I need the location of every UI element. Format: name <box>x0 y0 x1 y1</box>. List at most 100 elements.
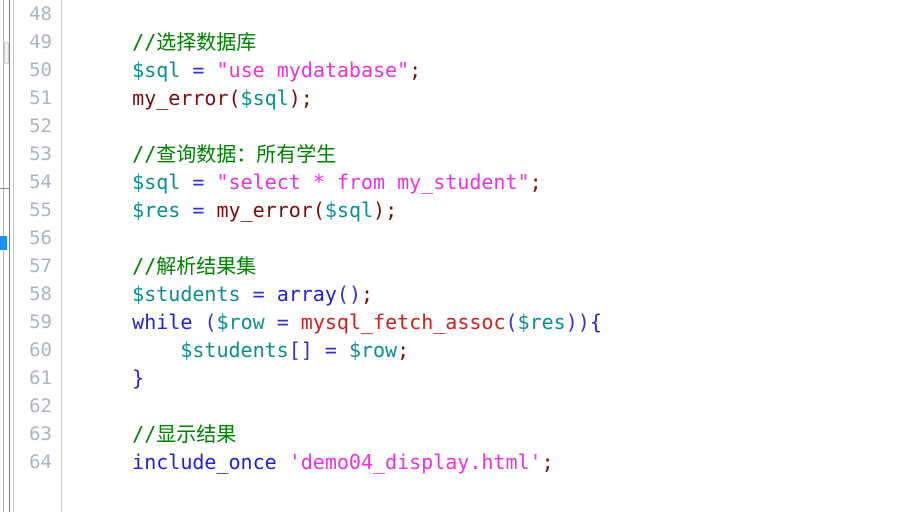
token-punct: ; <box>409 58 422 82</box>
token-punct: ; <box>300 86 313 110</box>
token-op: = <box>276 310 289 334</box>
token-punct: ; <box>397 338 410 362</box>
line-number: 55 <box>29 199 52 221</box>
code-line[interactable]: //查询数据：所有学生 <box>84 140 902 168</box>
line-number: 48 <box>29 3 52 25</box>
code-line[interactable]: //解析结果集 <box>84 252 902 280</box>
token-string: "use mydatabase" <box>216 58 410 82</box>
token-op: = <box>192 170 205 194</box>
code-line[interactable]: //选择数据库 <box>84 28 902 56</box>
token-punct: ; <box>385 198 398 222</box>
code-line[interactable] <box>84 0 902 28</box>
code-line[interactable]: } <box>84 364 902 392</box>
overview-marker-strip[interactable] <box>0 0 14 512</box>
line-number: 56 <box>29 227 52 249</box>
line-number: 54 <box>29 171 52 193</box>
code-line[interactable]: while ($row = mysql_fetch_assoc($res)){ <box>84 308 902 336</box>
code-line[interactable]: //显示结果 <box>84 420 902 448</box>
token-var: $sql <box>240 86 289 110</box>
token-op: = <box>192 198 205 222</box>
token-punct: ( <box>312 198 325 222</box>
token-var: $row <box>348 338 398 362</box>
line-number: 58 <box>29 283 52 305</box>
token-var: $sql <box>132 170 181 194</box>
line-number: 49 <box>29 31 52 53</box>
line-number-gutter: 48 49 50 51 52 53 54 55 56 57 58 59 60 61 62 63 64 <box>14 0 62 512</box>
code-line[interactable] <box>84 392 902 420</box>
token-string: 'demo04_display.html' <box>288 450 542 474</box>
token-var: $sql <box>132 58 181 82</box>
token-punct: ) <box>373 198 386 222</box>
strip-edge-line-middle <box>9 0 10 512</box>
vertical-scrollbar-thumb[interactable] <box>4 42 9 64</box>
code-line[interactable] <box>84 112 902 140</box>
token-string: "select * from my_student" <box>216 170 530 194</box>
token-comment: //解析结果集 <box>132 254 257 278</box>
token-punct: ; <box>541 450 554 474</box>
line-number: 52 <box>29 115 52 137</box>
token-op: [] <box>288 338 313 362</box>
token-comment: //查询数据：所有学生 <box>132 142 337 166</box>
line-number: 61 <box>29 367 52 389</box>
token-func: my_error <box>132 86 229 110</box>
strip-edge-line-right <box>13 0 14 512</box>
token-op: = <box>252 282 265 306</box>
code-editor: 48 49 50 51 52 53 54 55 56 57 58 59 60 61 62 63 64 //选择数… <box>0 0 902 512</box>
token-var: $students <box>180 338 289 362</box>
token-op: () <box>336 282 361 306</box>
code-line[interactable] <box>84 224 902 252</box>
token-var: $row <box>216 310 265 334</box>
token-op: ( <box>505 310 518 334</box>
code-line[interactable]: my_error($sql); <box>84 84 902 112</box>
token-keyword: include_once <box>132 450 277 474</box>
token-comment: //显示结果 <box>132 422 237 446</box>
token-var: $sql <box>324 198 374 222</box>
token-keyword: array <box>276 282 337 306</box>
token-keyword: while <box>132 310 193 334</box>
token-op: = <box>324 338 337 362</box>
strip-divider <box>0 188 10 189</box>
token-punct: ( <box>228 86 241 110</box>
code-content-area[interactable]: //选择数据库 $sql = "use mydatabase"; my_erro… <box>62 0 902 512</box>
code-line[interactable]: $sql = "select * from my_student"; <box>84 168 902 196</box>
line-number: 51 <box>29 87 52 109</box>
current-position-marker[interactable] <box>0 236 7 250</box>
token-func: my_error <box>216 198 313 222</box>
line-number: 62 <box>29 395 52 417</box>
code-line[interactable]: $students[] = $row; <box>84 336 902 364</box>
line-number: 60 <box>29 339 52 361</box>
code-line[interactable]: include_once 'demo04_display.html'; <box>84 448 902 476</box>
line-number: 50 <box>29 59 52 81</box>
token-var: $res <box>517 310 566 334</box>
token-builtin: mysql_fetch_assoc <box>300 310 506 334</box>
code-line[interactable]: $res = my_error($sql); <box>84 196 902 224</box>
token-var: $res <box>132 198 181 222</box>
line-number: 59 <box>29 311 52 333</box>
token-op: = <box>192 58 205 82</box>
token-punct: ) <box>288 86 301 110</box>
code-line[interactable]: $sql = "use mydatabase"; <box>84 56 902 84</box>
code-line[interactable]: $students = array(); <box>84 280 902 308</box>
